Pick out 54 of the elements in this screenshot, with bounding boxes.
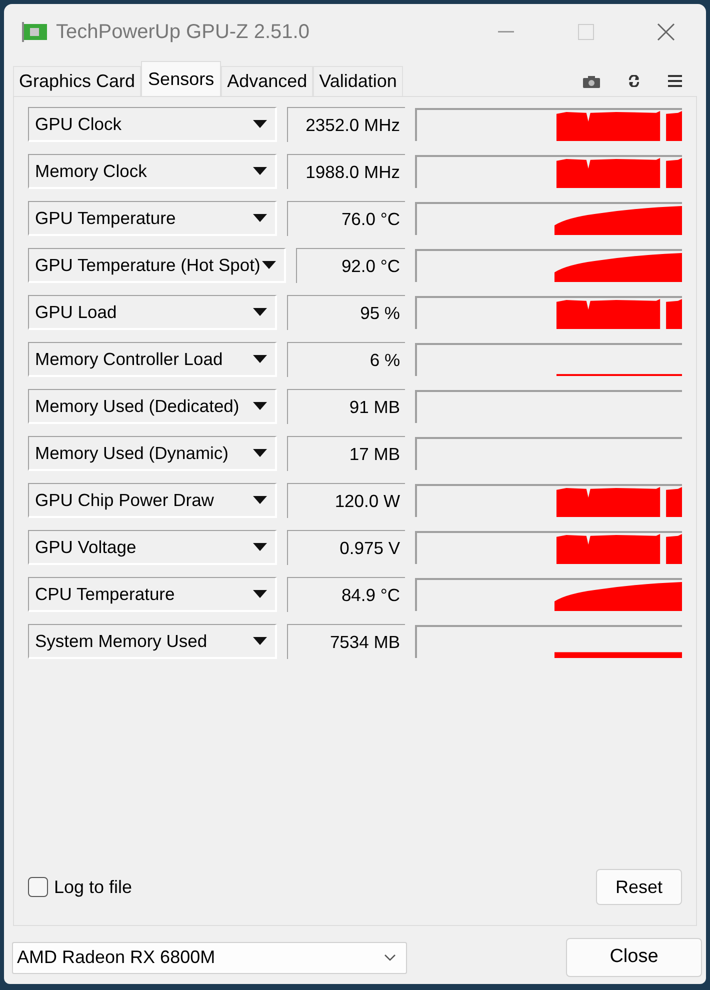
- graphics-card-icon: [22, 22, 48, 42]
- sensor-value: 76.0 °C: [287, 201, 405, 236]
- sensor-dropdown[interactable]: GPU Temperature (Hot Spot): [28, 248, 286, 283]
- sensor-dropdown[interactable]: Memory Clock: [28, 154, 278, 189]
- tab[interactable]: Validation: [313, 66, 403, 96]
- sensor-dropdown[interactable]: CPU Temperature: [28, 577, 278, 612]
- dropdown-arrow-icon: [253, 214, 268, 222]
- sensor-value: 0.975 V: [287, 530, 405, 565]
- tab[interactable]: Sensors: [141, 61, 222, 96]
- refresh-icon[interactable]: [628, 75, 640, 87]
- gpu-select[interactable]: AMD Radeon RX 6800M: [12, 942, 407, 974]
- chevron-down-icon: [384, 954, 396, 961]
- dropdown-arrow-icon: [253, 590, 268, 598]
- camera-icon[interactable]: [583, 74, 600, 88]
- maximize-icon: [578, 24, 594, 40]
- sensor-value: 95 %: [287, 295, 405, 330]
- tab[interactable]: Advanced: [221, 66, 314, 96]
- sensor-value: 91 MB: [287, 389, 405, 424]
- sensor-value: 92.0 °C: [296, 248, 405, 283]
- sensor-dropdown[interactable]: System Memory Used: [28, 624, 278, 659]
- sensor-value: 84.9 °C: [287, 577, 405, 612]
- dropdown-arrow-icon: [262, 261, 276, 269]
- dropdown-arrow-icon: [253, 449, 268, 457]
- sensor-dropdown[interactable]: GPU Temperature: [28, 201, 278, 236]
- close-button[interactable]: Close: [566, 938, 702, 977]
- window-title: TechPowerUp GPU-Z 2.51.0: [56, 20, 310, 45]
- minimize-icon: [498, 31, 514, 33]
- checkbox-label: Log to file: [54, 876, 132, 899]
- dropdown-arrow-icon: [253, 402, 268, 410]
- dropdown-arrow-icon: [253, 120, 268, 128]
- tab[interactable]: Graphics Card: [13, 66, 142, 96]
- reset-button[interactable]: Reset: [596, 869, 682, 905]
- sensor-value: 1988.0 MHz: [287, 154, 405, 189]
- sensor-dropdown[interactable]: Memory Controller Load: [28, 342, 278, 377]
- sensor-value: 6 %: [287, 342, 405, 377]
- sensor-value: 2352.0 MHz: [287, 107, 405, 142]
- sensor-dropdown[interactable]: GPU Load: [28, 295, 278, 330]
- dropdown-arrow-icon: [253, 496, 268, 504]
- dropdown-arrow-icon: [253, 167, 268, 175]
- sensor-dropdown[interactable]: GPU Voltage: [28, 530, 278, 565]
- sensor-dropdown[interactable]: GPU Clock: [28, 107, 278, 142]
- dropdown-arrow-icon: [253, 355, 268, 363]
- dropdown-arrow-icon: [253, 308, 268, 316]
- sensor-value: 17 MB: [287, 436, 405, 471]
- checkbox[interactable]: [28, 877, 48, 897]
- menu-icon[interactable]: [668, 75, 682, 87]
- sensor-value: 7534 MB: [287, 624, 405, 659]
- dropdown-arrow-icon: [253, 543, 268, 551]
- sensor-value: 120.0 W: [287, 483, 405, 518]
- sensor-dropdown[interactable]: Memory Used (Dynamic): [28, 436, 278, 471]
- close-icon: [657, 23, 675, 41]
- sensor-dropdown[interactable]: GPU Chip Power Draw: [28, 483, 278, 518]
- dropdown-arrow-icon: [253, 637, 268, 645]
- sensor-dropdown[interactable]: Memory Used (Dedicated): [28, 389, 278, 424]
